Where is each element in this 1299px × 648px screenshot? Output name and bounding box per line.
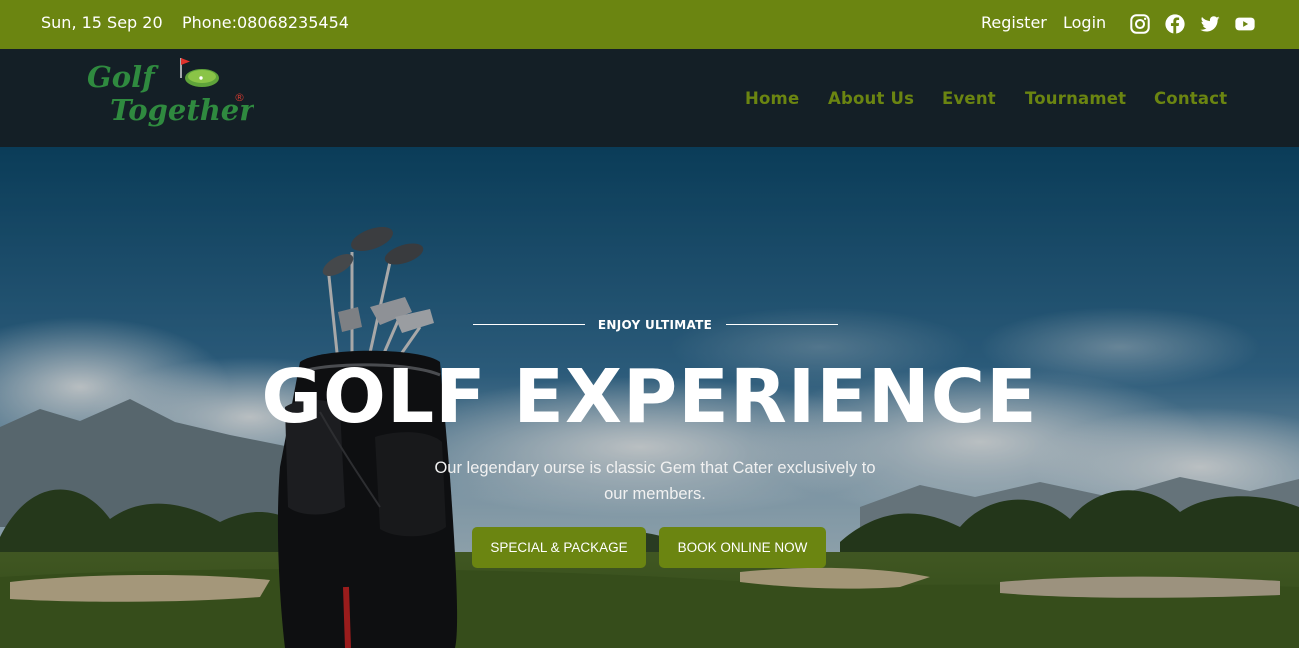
current-date: Sun, 15 Sep 20 xyxy=(41,13,163,32)
twitter-icon[interactable] xyxy=(1199,13,1221,35)
eyebrow-divider-left xyxy=(473,324,585,325)
golf-together-logo[interactable]: Golf Together ® xyxy=(84,54,254,136)
special-package-button[interactable]: SPECIAL & PACKAGE xyxy=(472,527,646,568)
hero-headline: GOLF EXPERIENCE xyxy=(261,354,1038,440)
register-link[interactable]: Register xyxy=(981,13,1047,32)
nav-home[interactable]: Home xyxy=(745,89,799,108)
hero-eyebrow: ENJOY ULTIMATE xyxy=(597,318,713,332)
top-bar: Sun, 15 Sep 20 Phone:08068235454 Registe… xyxy=(0,0,1299,49)
nav-contact[interactable]: Contact xyxy=(1154,89,1227,108)
hero-subtitle: Our legendary ourse is classic Gem that … xyxy=(434,459,876,503)
facebook-icon[interactable] xyxy=(1164,13,1186,35)
logo-line2: Together xyxy=(110,93,254,127)
registered-mark: ® xyxy=(234,91,245,104)
nav-tournament[interactable]: Tournamet xyxy=(1025,89,1126,108)
book-online-button[interactable]: BOOK ONLINE NOW xyxy=(659,527,826,568)
logo-line1: Golf xyxy=(87,60,159,94)
instagram-icon[interactable] xyxy=(1129,13,1151,35)
eyebrow-divider-right xyxy=(726,324,838,325)
login-link[interactable]: Login xyxy=(1063,13,1106,32)
nav-about-us[interactable]: About Us xyxy=(828,89,914,108)
youtube-icon[interactable] xyxy=(1234,13,1256,35)
phone-number: Phone:08068235454 xyxy=(182,13,349,32)
nav-event[interactable]: Event xyxy=(942,89,996,108)
